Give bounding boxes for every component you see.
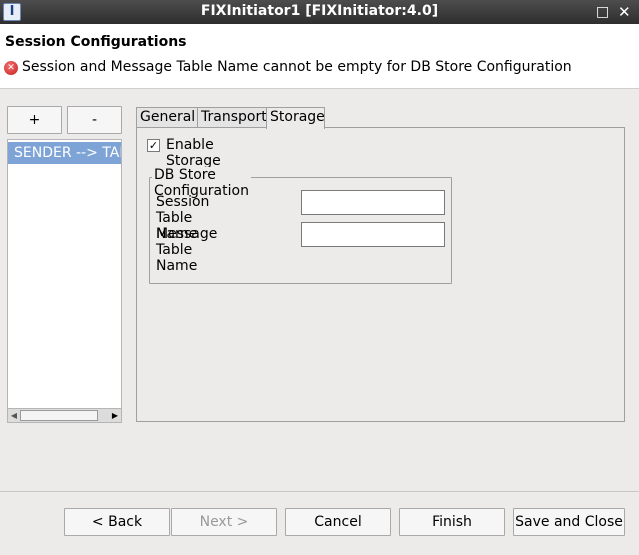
footer-separator	[0, 491, 639, 492]
page-title: Session Configurations	[5, 34, 187, 50]
remove-session-button[interactable]: -	[67, 106, 122, 134]
scroll-right-icon[interactable]: ▶	[109, 409, 121, 422]
save-and-close-button[interactable]: Save and Close	[513, 508, 625, 536]
minimize-icon[interactable]: □	[596, 3, 609, 21]
error-message: Session and Message Table Name cannot be…	[22, 59, 572, 75]
title-bar: I FIXInitiator1 [FIXInitiator:4.0] □ ✕	[0, 0, 639, 24]
list-item[interactable]: SENDER --> TARGET	[8, 142, 121, 164]
enable-storage-label[interactable]: Enable Storage	[166, 137, 221, 169]
scroll-thumb[interactable]	[20, 410, 98, 421]
tab-general[interactable]: General	[136, 107, 198, 128]
window-title: FIXInitiator1 [FIXInitiator:4.0]	[200, 3, 439, 19]
message-table-label: Message Table Name	[156, 226, 218, 274]
next-button: Next >	[171, 508, 277, 536]
wizard-header: Session Configurations ✕ Session and Mes…	[0, 24, 639, 89]
add-session-button[interactable]: +	[7, 106, 62, 134]
back-button[interactable]: < Back	[64, 508, 170, 536]
session-list[interactable]: SENDER --> TARGET ◀ ▶	[7, 139, 122, 423]
horizontal-scrollbar[interactable]: ◀ ▶	[8, 408, 121, 422]
finish-button[interactable]: Finish	[399, 508, 505, 536]
error-icon: ✕	[4, 61, 18, 75]
tab-transport[interactable]: Transport	[197, 107, 267, 128]
close-icon[interactable]: ✕	[618, 3, 631, 21]
scroll-left-icon[interactable]: ◀	[8, 409, 20, 422]
tab-storage[interactable]: Storage	[266, 107, 325, 129]
cancel-button[interactable]: Cancel	[285, 508, 391, 536]
session-table-input[interactable]	[301, 190, 445, 215]
message-table-input[interactable]	[301, 222, 445, 247]
enable-storage-checkbox[interactable]: ✓	[147, 139, 160, 152]
